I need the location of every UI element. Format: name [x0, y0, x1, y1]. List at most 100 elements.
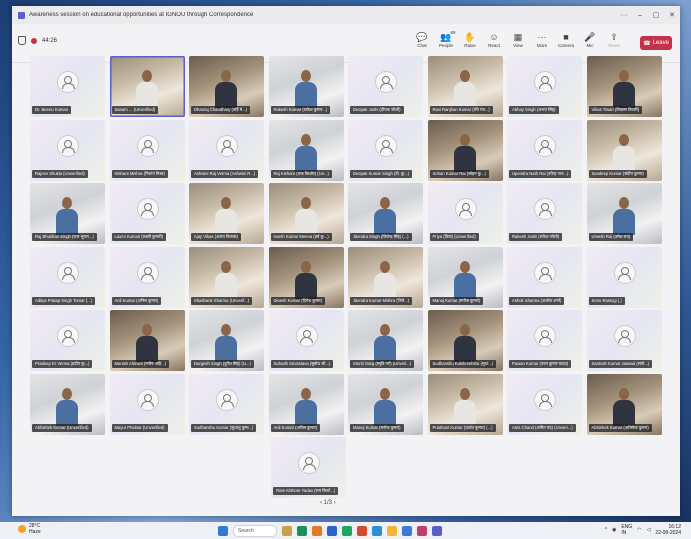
- taskbar-search[interactable]: Search: [233, 525, 277, 537]
- participant-tile[interactable]: Sudhanshu Kulshreshtha (सुधां...): [427, 310, 503, 371]
- avatar-icon: [216, 134, 238, 157]
- participant-tile[interactable]: Ashok Sharma (अशोक शर्मा): [507, 246, 582, 308]
- participant-tile[interactable]: Harsh Kumar Meena (हर्ष कु...): [268, 183, 344, 244]
- more-options-icon[interactable]: ···: [616, 12, 632, 19]
- participant-name: Priya (प्रिया) (Unverified): [429, 233, 479, 241]
- next-page-icon[interactable]: ›: [334, 500, 336, 506]
- clock[interactable]: 16:12 22-08-2024: [655, 524, 681, 536]
- participant-tile[interactable]: Subodh Srivastava (सुबोध श्री...): [268, 310, 344, 371]
- powerpoint-icon[interactable]: [357, 526, 367, 536]
- participant-tile[interactable]: Mayur Phalnar (Unverified): [109, 373, 185, 435]
- participant-tile[interactable]: Raj Bhushan Singh (राज भूषण...): [30, 183, 105, 244]
- participant-tile[interactable]: Pradeep Kr Verma (प्रदीप कु...): [30, 310, 105, 371]
- participant-tile[interactable]: Anil Kumar (अनिल कुमार): [109, 246, 185, 308]
- participant-tile[interactable]: Amit Chand (अमित चंद) (Unveri...): [507, 373, 582, 435]
- excel-icon[interactable]: [342, 526, 352, 536]
- participant-tile[interactable]: Sohan Kumar Rai (सोहन कु...): [427, 119, 503, 181]
- toolbar-label: Chat: [417, 43, 427, 48]
- mail-icon[interactable]: [372, 526, 382, 536]
- participant-tile[interactable]: Rajeev Shukla (Unverified): [30, 119, 105, 181]
- language-indicator[interactable]: ENG IN: [621, 524, 632, 536]
- toolbar-camera-button[interactable]: ■ Camera: [554, 31, 578, 48]
- participant-tile[interactable]: Rakesh Joshi (राकेश जोशी): [507, 183, 582, 244]
- volume-icon[interactable]: ◁: [647, 527, 651, 533]
- system-tray: ^ ◉ ENG IN ◠ ◁ 16:12 22-08-2024: [605, 524, 681, 536]
- participant-tile[interactable]: Ravi Ranjhan Kumar (रवि रंज...): [427, 56, 503, 117]
- participant-name: Pawan Kumar (पवन कुमार यादव): [509, 360, 572, 368]
- participant-tile[interactable]: Deepak Joshi (दीपक जोशी): [348, 56, 423, 117]
- participant-tile[interactable]: Shashank Sharma (Unverif...): [189, 246, 264, 308]
- app-icon[interactable]: [312, 526, 322, 536]
- participant-tile[interactable]: Smriti Garg (स्मृति गर्ग) (Unveri...): [348, 310, 423, 371]
- participant-tile[interactable]: Aditya Pratap Singh Tomar (...): [30, 246, 105, 308]
- avatar-icon: [613, 261, 636, 284]
- participant-tile[interactable]: Rakesh Kumar (राकेश कुमार...): [268, 56, 344, 117]
- toolbar-people-button[interactable]: 👥 69 People: [434, 30, 458, 48]
- participant-tile[interactable]: Durgesh Singh (दुर्गेश सिंह) (U...): [189, 310, 264, 371]
- toolbar-react-button[interactable]: ☺ React: [482, 31, 506, 48]
- participant-tile[interactable]: Prashant Kumar (प्रशांत कुमार) (...): [427, 373, 503, 435]
- participant-tile[interactable]: Sanam ... (Unverified): [109, 56, 185, 117]
- minimize-button[interactable]: –: [632, 12, 648, 19]
- edge-icon[interactable]: [297, 526, 307, 536]
- participant-tile[interactable]: Manoj Kumar (मनोज कुमार): [348, 373, 423, 435]
- participant-tile[interactable]: Ashwini Raj Verma (Ashwini R...): [189, 119, 264, 181]
- participant-tile[interactable]: Umesh Rai (उमेश राय): [586, 183, 662, 244]
- toolbar-mic-button[interactable]: 🎤 Mic: [578, 31, 602, 48]
- shield-icon[interactable]: [18, 36, 26, 45]
- participant-tile[interactable]: Raj Kishore (राज किशोर) (Un...): [268, 119, 344, 181]
- participant-tile[interactable]: Nishant Mishra (निशांत मिश्रा): [109, 119, 185, 181]
- participant-tile[interactable]: Jitendra Singh (जितेन्द्र सिंह) (...): [348, 183, 423, 244]
- avatar-icon: [136, 261, 159, 284]
- participant-tile[interactable]: Sandeep Kumar (संदीप कुमार): [586, 119, 662, 181]
- participant-tile[interactable]: Dr. Beenu Kumari: [30, 56, 105, 117]
- participant-tile[interactable]: Abhishek Kumar (अभिषेक कुमार): [586, 373, 662, 435]
- participant-tile[interactable]: Ram Kishore Yadav (राम किशो...): [271, 437, 347, 498]
- media-icon[interactable]: [417, 526, 427, 536]
- toolbar-share-button[interactable]: ⇪ Share: [602, 31, 626, 48]
- participant-video: [56, 197, 78, 235]
- participant-tile[interactable]: Abhay Singh (अभय सिंह): [507, 56, 582, 117]
- chevron-up-icon[interactable]: ^: [605, 527, 607, 533]
- participant-tile[interactable]: Laxmi Kumari (लक्ष्मी कुमारी): [109, 183, 185, 244]
- tray-app-icon[interactable]: ◉: [612, 527, 616, 533]
- toolbar-view-button[interactable]: ▦ View: [506, 31, 530, 48]
- word-icon[interactable]: [327, 526, 337, 536]
- weather-widget[interactable]: 28°C Haze: [18, 523, 41, 535]
- participant-tile[interactable]: Priya (प्रिया) (Unverified): [427, 183, 503, 244]
- participant-tile[interactable]: Ajay Vikas (अजय विकास): [189, 183, 264, 244]
- participant-video: [453, 133, 476, 172]
- participant-tile[interactable]: Pawan Kumar (पवन कुमार यादव): [507, 310, 582, 371]
- toolbar-chat-button[interactable]: 💬 Chat: [410, 31, 434, 48]
- prev-page-icon[interactable]: ‹: [320, 500, 322, 506]
- close-button[interactable]: ✕: [664, 11, 680, 19]
- file-explorer-icon[interactable]: [282, 526, 292, 536]
- participant-tile[interactable]: Santosh Kumar Jaiswal (संतो...): [586, 310, 662, 371]
- wifi-icon[interactable]: ◠: [637, 527, 641, 533]
- participant-tile[interactable]: Anil Kumar (अनिल कुमार): [268, 373, 344, 435]
- toolbar-label: Raise: [464, 43, 476, 48]
- participant-tile[interactable]: Deepak Kumar Singh (दी. कु...): [348, 119, 423, 181]
- store-icon[interactable]: [402, 526, 412, 536]
- participant-tile[interactable]: Dhanraj Chaudhary (वर्ड़ि मे...): [189, 56, 264, 117]
- avatar-icon: [534, 71, 556, 93]
- toolbar-raise-button[interactable]: ✋ Raise: [458, 31, 482, 48]
- participant-tile[interactable]: Jitendra Kumar Mishra (जिते...): [348, 246, 423, 308]
- participant-tile[interactable]: Manish Ahirwal (मनीष अहि...): [109, 310, 185, 371]
- chrome-icon[interactable]: [387, 526, 397, 536]
- participant-tile[interactable]: Vikas Tiwari (विकास तिवारी): [586, 56, 662, 117]
- participant-tile[interactable]: Dinesh Kumar (दिनेश कुमार): [268, 246, 344, 308]
- participant-tile[interactable]: Manoj Kumar (मनोज कुमार): [427, 246, 503, 308]
- participant-tile[interactable]: Sonu Rastogi (.): [586, 246, 662, 308]
- avatar-icon: [298, 452, 321, 474]
- participant-tile[interactable]: Sudhanshu Kumar (सुधांशु कुमा...): [189, 373, 264, 435]
- teams-icon[interactable]: [432, 526, 442, 536]
- toolbar-more-button[interactable]: ··· More: [530, 31, 554, 48]
- leave-button[interactable]: ☎ Leave: [640, 36, 672, 50]
- windows-start-icon[interactable]: [218, 526, 228, 536]
- participant-tile[interactable]: Upendra Nath Rai (उपेन्द्र नाथ...): [507, 119, 582, 181]
- avatar-icon: [534, 134, 556, 157]
- participant-tile[interactable]: Abhishek Kumar (Unverified): [30, 373, 105, 435]
- windows-taskbar: 28°C Haze Search ^ ◉ ENG IN ◠ ◁ 16:12 22…: [0, 522, 691, 539]
- maximize-button[interactable]: ▢: [648, 11, 664, 19]
